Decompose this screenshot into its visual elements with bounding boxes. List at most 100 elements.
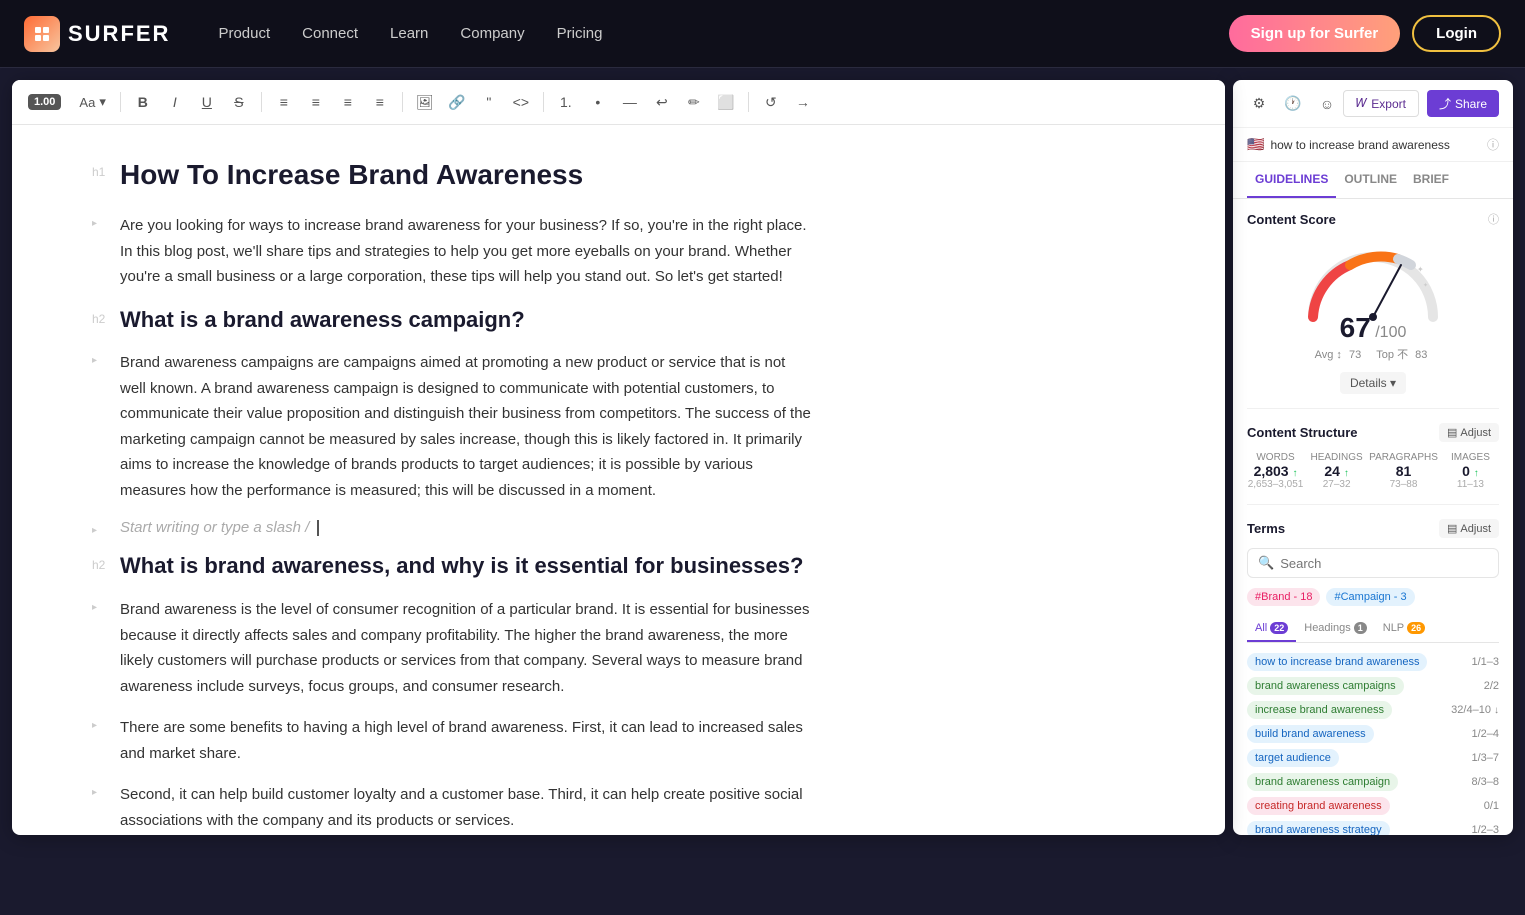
struct-headings-val: 24 ↑ bbox=[1308, 463, 1365, 479]
term-tag-0[interactable]: how to increase brand awareness bbox=[1247, 653, 1427, 671]
para-marker-5: ▸ bbox=[92, 787, 112, 833]
para-5[interactable]: Second, it can help build customer loyal… bbox=[120, 782, 812, 833]
heading-select[interactable]: Aa ▾ bbox=[73, 92, 111, 112]
share-button[interactable]: ⤴ Share bbox=[1427, 90, 1499, 117]
terms-search-input[interactable] bbox=[1280, 556, 1488, 571]
toolbar-italic[interactable]: I bbox=[161, 88, 189, 116]
toolbar-divider-4 bbox=[543, 92, 544, 112]
logo[interactable]: SURFER bbox=[24, 16, 170, 52]
toolbar-hr[interactable]: — bbox=[616, 88, 644, 116]
struct-images-range: 11–13 bbox=[1442, 479, 1499, 490]
filter-all[interactable]: All 22 bbox=[1247, 616, 1296, 642]
document-title[interactable]: How To Increase Brand Awareness bbox=[120, 157, 583, 193]
signup-button[interactable]: Sign up for Surfer bbox=[1229, 15, 1401, 52]
export-button[interactable]: 𝑊 Export bbox=[1343, 90, 1419, 117]
term-meta-0: 1/1–3 bbox=[1471, 656, 1499, 668]
nav-product[interactable]: Product bbox=[218, 25, 270, 42]
list-item: brand awareness campaigns 2/2 bbox=[1247, 677, 1499, 695]
toolbar-highlight[interactable]: ✏ bbox=[680, 88, 708, 116]
terms-search-icon: 🔍 bbox=[1258, 555, 1274, 571]
tab-brief[interactable]: BRIEF bbox=[1405, 162, 1457, 198]
toolbar-redo-arrow[interactable]: ↩ bbox=[648, 88, 676, 116]
struct-paragraphs-val: 81 bbox=[1369, 463, 1438, 479]
logo-icon bbox=[24, 16, 60, 52]
toolbar-code[interactable]: <> bbox=[507, 88, 535, 116]
term-tag-2[interactable]: increase brand awareness bbox=[1247, 701, 1392, 719]
tab-guidelines[interactable]: GUIDELINES bbox=[1247, 162, 1336, 198]
heading-2-2[interactable]: What is brand awareness, and why is it e… bbox=[120, 552, 803, 581]
details-button[interactable]: Details ▾ bbox=[1340, 372, 1406, 394]
struct-images: IMAGES 0 ↑ 11–13 bbox=[1442, 452, 1499, 490]
gauge-container: ✦ ✦ 67 /100 Avg ↕ 73 Top 不 83 bbox=[1247, 237, 1499, 362]
filter-headings[interactable]: Headings 1 bbox=[1296, 616, 1375, 642]
content-structure-title: Content Structure bbox=[1247, 425, 1358, 440]
para-4[interactable]: There are some benefits to having a high… bbox=[120, 715, 812, 766]
para-2[interactable]: Brand awareness campaigns are campaigns … bbox=[120, 350, 812, 503]
toolbar-link[interactable]: 🔗 bbox=[443, 88, 471, 116]
score-top: Top 不 83 bbox=[1376, 349, 1431, 361]
term-tag-6[interactable]: creating brand awareness bbox=[1247, 797, 1390, 815]
toolbar-bold[interactable]: B bbox=[129, 88, 157, 116]
term-tag-5[interactable]: brand awareness campaign bbox=[1247, 773, 1398, 791]
toolbar-unordered-list[interactable]: • bbox=[584, 88, 612, 116]
nav-learn[interactable]: Learn bbox=[390, 25, 428, 42]
content-score-title: Content Score bbox=[1247, 212, 1336, 227]
para-1[interactable]: Are you looking for ways to increase bra… bbox=[120, 213, 812, 290]
toolbar-divider-1 bbox=[120, 92, 121, 112]
terms-adjust-button[interactable]: ▤ Adjust bbox=[1439, 519, 1499, 538]
terms-search-box[interactable]: 🔍 bbox=[1247, 548, 1499, 578]
emoji-icon[interactable]: ☺ bbox=[1315, 92, 1339, 116]
tab-outline[interactable]: OUTLINE bbox=[1336, 162, 1405, 198]
toolbar-eraser[interactable]: ⬜ bbox=[712, 88, 740, 116]
term-tag-4[interactable]: target audience bbox=[1247, 749, 1339, 767]
heading-2-1[interactable]: What is a brand awareness campaign? bbox=[120, 306, 525, 335]
toolbar-quote[interactable]: " bbox=[475, 88, 503, 116]
nav-pricing[interactable]: Pricing bbox=[557, 25, 603, 42]
filter-nlp[interactable]: NLP 26 bbox=[1375, 616, 1433, 642]
panel-tabs: GUIDELINES OUTLINE BRIEF bbox=[1233, 162, 1513, 199]
toolbar-undo[interactable]: ↺ bbox=[757, 88, 785, 116]
panel-body: Content Score ⓘ bbox=[1233, 199, 1513, 835]
struct-words: WORDS 2,803 ↑ 2,653–3,051 bbox=[1247, 452, 1304, 490]
toolbar-align-right[interactable]: ≡ bbox=[334, 88, 362, 116]
text-cursor bbox=[317, 520, 319, 536]
tag-brand[interactable]: #Brand - 18 bbox=[1247, 588, 1320, 606]
term-tag-7[interactable]: brand awareness strategy bbox=[1247, 821, 1390, 835]
query-info-icon[interactable]: ⓘ bbox=[1487, 136, 1499, 153]
login-button[interactable]: Login bbox=[1412, 15, 1501, 52]
para-marker-3: ▸ bbox=[92, 602, 112, 699]
toolbar-strikethrough[interactable]: S bbox=[225, 88, 253, 116]
wordpress-icon: 𝑊 bbox=[1356, 96, 1367, 111]
toolbar-divider-2 bbox=[261, 92, 262, 112]
structure-adjust-button[interactable]: ▤ Adjust bbox=[1439, 423, 1499, 442]
clock-icon[interactable]: 🕐 bbox=[1281, 92, 1305, 116]
list-item: creating brand awareness 0/1 bbox=[1247, 797, 1499, 815]
term-tag-1[interactable]: brand awareness campaigns bbox=[1247, 677, 1404, 695]
toolbar-ordered-list[interactable]: 1. bbox=[552, 88, 580, 116]
toolbar-align-justify[interactable]: ≡ bbox=[366, 88, 394, 116]
flag-icon: 🇺🇸 bbox=[1247, 136, 1264, 153]
share-icon: ⤴ bbox=[1439, 95, 1451, 112]
para-3[interactable]: Brand awareness is the level of consumer… bbox=[120, 597, 812, 699]
nav-connect[interactable]: Connect bbox=[302, 25, 358, 42]
term-meta-1: 2/2 bbox=[1484, 680, 1499, 692]
term-meta-2: 32/4–10 ↓ bbox=[1451, 704, 1499, 716]
para-marker-2: ▸ bbox=[92, 355, 112, 503]
para-marker-1: ▸ bbox=[92, 218, 112, 290]
para-4-row: ▸ There are some benefits to having a hi… bbox=[92, 715, 812, 766]
toolbar-image[interactable]: 🖼 bbox=[411, 88, 439, 116]
term-tag-3[interactable]: build brand awareness bbox=[1247, 725, 1374, 743]
toolbar-align-center[interactable]: ≡ bbox=[302, 88, 330, 116]
content-structure-header: Content Structure ▤ Adjust bbox=[1247, 423, 1499, 442]
toolbar-redo[interactable]: → bbox=[789, 88, 817, 116]
filter-all-count: 22 bbox=[1270, 622, 1288, 634]
tag-campaign[interactable]: #Campaign - 3 bbox=[1326, 588, 1414, 606]
empty-paragraph-placeholder[interactable]: Start writing or type a slash / bbox=[120, 519, 309, 536]
settings-icon[interactable]: ⚙ bbox=[1247, 92, 1271, 116]
tag-badges: #Brand - 18 #Campaign - 3 bbox=[1247, 588, 1499, 606]
toolbar-underline[interactable]: U bbox=[193, 88, 221, 116]
nav-company[interactable]: Company bbox=[460, 25, 524, 42]
editor-content[interactable]: h1 How To Increase Brand Awareness ▸ Are… bbox=[12, 125, 872, 835]
content-score-info[interactable]: ⓘ bbox=[1488, 211, 1499, 227]
toolbar-align-left[interactable]: ≡ bbox=[270, 88, 298, 116]
